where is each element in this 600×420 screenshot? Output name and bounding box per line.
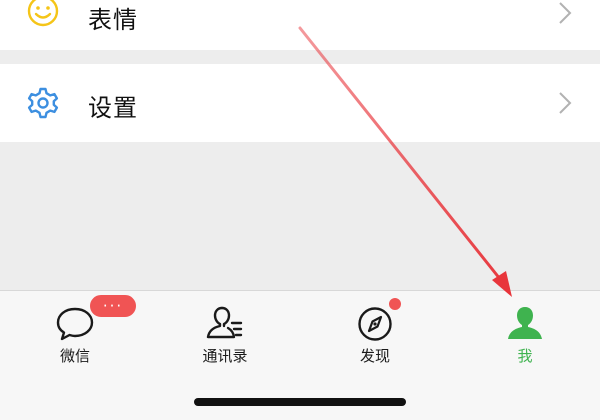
tab-me-label: 我 xyxy=(517,347,533,365)
menu-item-emoji[interactable]: 表情 xyxy=(0,0,600,50)
menu-item-emoji-label: 表情 xyxy=(88,6,138,34)
home-indicator[interactable] xyxy=(194,398,406,406)
person-icon xyxy=(508,307,542,339)
tab-chats-label: 微信 xyxy=(59,347,90,365)
tab-contacts[interactable]: 通讯录 xyxy=(150,291,300,391)
screen: 表情 设置 ··· 微信 通讯录 发现 我 xyxy=(0,0,600,420)
tab-me[interactable]: 我 xyxy=(450,291,600,391)
tab-discover-label: 发现 xyxy=(359,347,390,365)
discover-dot-badge xyxy=(387,296,403,312)
tab-discover[interactable]: 发现 xyxy=(300,291,450,391)
menu-item-settings[interactable]: 设置 xyxy=(0,64,600,142)
unread-badge: ··· xyxy=(88,293,138,319)
tab-chats[interactable]: ··· 微信 xyxy=(0,291,150,391)
tab-contacts-label: 通讯录 xyxy=(202,347,248,365)
smiley-icon xyxy=(27,0,59,27)
gear-icon xyxy=(27,87,59,119)
chevron-right-icon xyxy=(559,2,572,24)
menu-item-settings-label: 设置 xyxy=(88,94,138,122)
chevron-right-icon xyxy=(559,92,572,114)
contacts-icon xyxy=(206,306,243,339)
